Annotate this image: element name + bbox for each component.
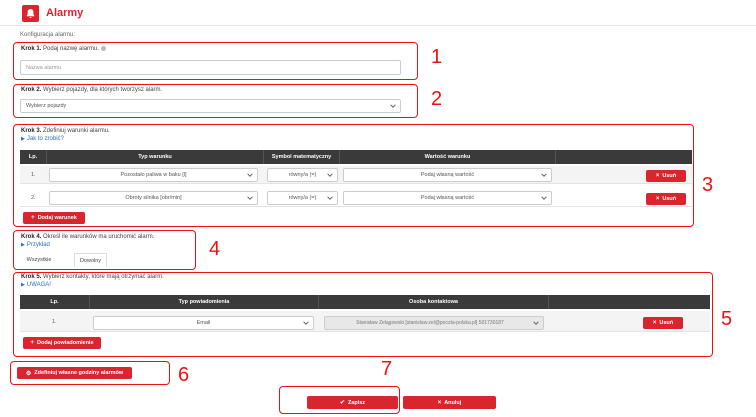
annotation-box-5 bbox=[13, 272, 713, 357]
annotation-number-6: 6 bbox=[178, 364, 190, 386]
bell-icon bbox=[22, 5, 39, 22]
annotation-number-2: 2 bbox=[431, 88, 443, 110]
annotation-number-4: 4 bbox=[209, 238, 221, 260]
annotation-box-4 bbox=[13, 230, 196, 270]
page-title: Alarmy bbox=[46, 7, 84, 19]
annotation-box-2 bbox=[13, 84, 418, 118]
annotation-box-3 bbox=[13, 124, 694, 227]
config-subtitle: Konfiguracja alarmu: bbox=[20, 32, 76, 38]
annotation-number-3: 3 bbox=[702, 174, 714, 196]
annotation-box-6 bbox=[10, 361, 170, 385]
app-header: Alarmy bbox=[0, 0, 756, 26]
close-icon: × bbox=[437, 399, 442, 406]
annotation-number-1: 1 bbox=[431, 46, 443, 68]
cancel-button[interactable]: × Anuluj bbox=[403, 396, 496, 409]
annotation-box-1 bbox=[13, 42, 418, 80]
annotation-number-7: 7 bbox=[381, 358, 393, 380]
annotation-box-7 bbox=[279, 386, 400, 414]
annotation-number-5: 5 bbox=[721, 308, 733, 330]
